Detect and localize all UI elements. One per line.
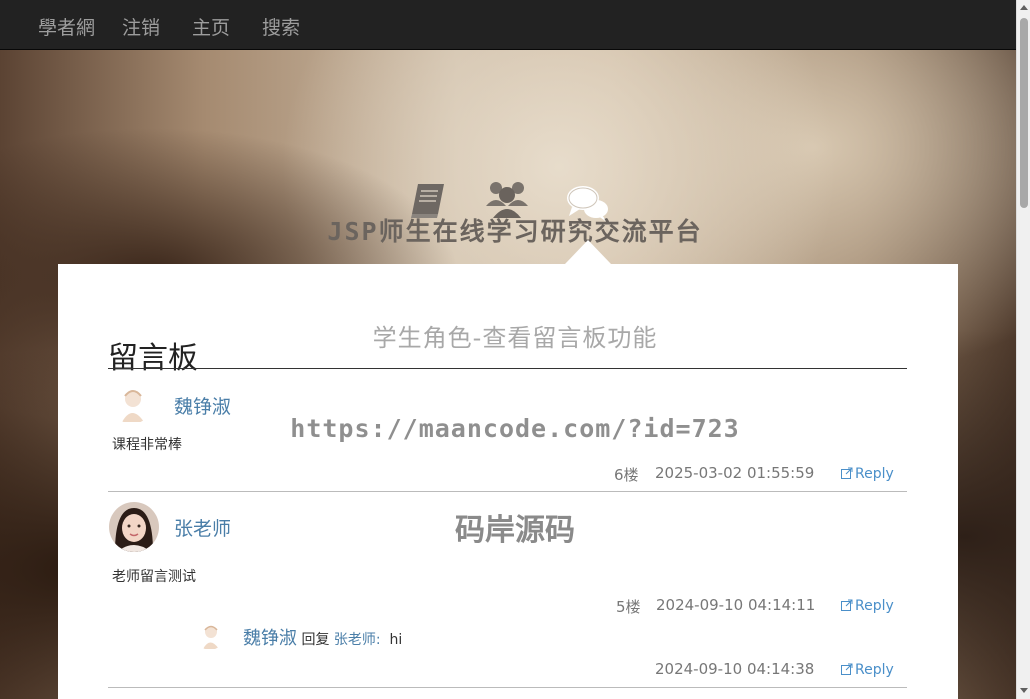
- reply-author-link[interactable]: 魏铮淑: [243, 628, 297, 649]
- message-floor: 6楼: [614, 466, 639, 484]
- reply-button[interactable]: Reply: [841, 662, 894, 678]
- share-icon: [841, 663, 853, 675]
- top-navbar: 學者網 注销 主页 搜索: [0, 0, 1016, 50]
- hero-title: JSP师生在线学习研究交流平台: [327, 217, 703, 246]
- message-author-link[interactable]: 魏铮淑: [174, 392, 231, 419]
- reply-button[interactable]: Reply: [841, 598, 894, 614]
- board-title: 留言板: [108, 341, 198, 376]
- message-divider: [108, 491, 907, 492]
- nav-brand-link[interactable]: 學者網: [38, 13, 95, 40]
- reply-label: Reply: [855, 466, 894, 482]
- message-text: 课程非常棒: [112, 437, 182, 453]
- message-time: 2024-09-10 04:14:11: [656, 596, 816, 614]
- watermark-url: https://maancode.com/?id=723: [290, 414, 740, 443]
- message-divider: [108, 687, 907, 688]
- scroll-thumb[interactable]: [1020, 18, 1028, 208]
- message-time: 2025-03-02 01:55:59: [655, 464, 815, 482]
- reply-text: hi: [389, 632, 403, 648]
- reply-target-link[interactable]: 张老师:: [334, 632, 381, 648]
- nav-home-link[interactable]: 主页: [192, 13, 230, 40]
- reply-label: Reply: [855, 662, 894, 678]
- panel-pointer: [565, 240, 611, 264]
- nav-search-link[interactable]: 搜索: [262, 13, 300, 40]
- avatar[interactable]: [112, 384, 152, 424]
- reply-word: 回复: [301, 632, 330, 648]
- share-icon: [841, 467, 853, 479]
- avatar[interactable]: [196, 622, 224, 650]
- page-scrollbar[interactable]: [1016, 0, 1030, 699]
- message-text: 老师留言测试: [112, 569, 196, 585]
- scroll-down-arrow-icon[interactable]: [1020, 688, 1028, 693]
- reply-time: 2024-09-10 04:14:38: [655, 660, 815, 678]
- share-icon: [841, 599, 853, 611]
- avatar[interactable]: [109, 502, 159, 552]
- message-floor: 5楼: [616, 598, 641, 616]
- message-author-link[interactable]: 张老师: [174, 514, 231, 541]
- board-title-divider: [108, 368, 907, 369]
- reply-button[interactable]: Reply: [841, 466, 894, 482]
- watermark-brand: 码岸源码: [455, 513, 575, 548]
- sub-reply: 魏铮淑 回复 张老师: hi: [243, 624, 402, 650]
- watermark-subtitle: 学生角色-查看留言板功能: [372, 324, 658, 352]
- scroll-up-arrow-icon[interactable]: [1020, 5, 1028, 10]
- reply-label: Reply: [855, 598, 894, 614]
- nav-logout-link[interactable]: 注销: [122, 13, 160, 40]
